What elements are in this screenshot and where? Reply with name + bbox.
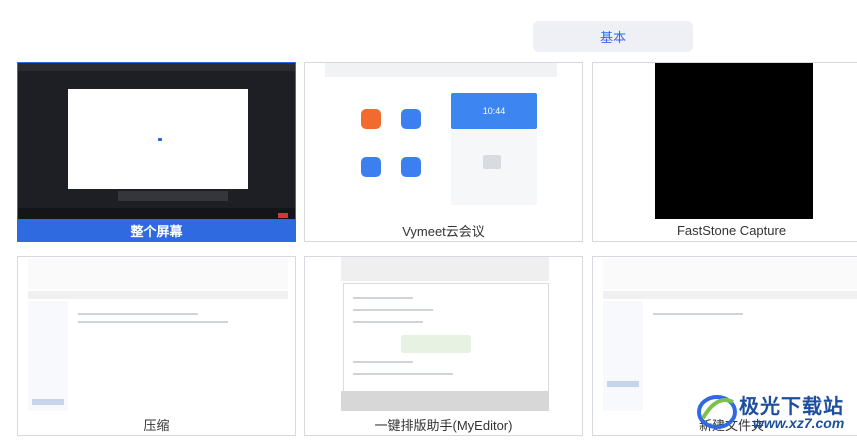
explorer-thumbnail [18,257,295,415]
share-option-label: Vymeet云会议 [402,223,485,239]
join-icon [401,109,421,129]
vymeet-thumbnail: 10:44 [305,63,582,221]
logo-icon [401,335,471,353]
explorer-thumbnail [593,257,857,415]
share-option-label: 新建文件夹 [698,417,764,433]
share-option-myeditor[interactable]: 一键排版助手(MyEditor) [304,256,583,436]
faststone-thumbnail [593,63,857,221]
share-option-new-folder[interactable]: 新建文件夹 [592,256,857,436]
tab-basic[interactable]: 基本 [533,21,693,52]
share-option-label: FastStone Capture [676,222,787,238]
video-icon [361,109,381,129]
share-option-compress-folder[interactable]: 压缩 [17,256,296,436]
share-option-faststone-capture[interactable]: FastStone Capture [592,62,857,242]
share-option-label: 整个屏幕 [18,219,295,241]
share-option-label: 压缩 [143,417,170,433]
calendar-icon [483,155,501,169]
share-screen-icon [401,157,421,177]
share-option-vymeet[interactable]: 10:44 Vymeet云会议 [304,62,583,242]
schedule-icon [361,157,381,177]
share-option-label: 一键排版助手(MyEditor) [374,417,513,433]
screen-thumbnail [18,63,295,221]
share-option-whole-screen[interactable]: 整个屏幕 [17,62,296,242]
vymeet-clock: 10:44 [482,106,506,116]
myeditor-thumbnail [305,257,582,415]
